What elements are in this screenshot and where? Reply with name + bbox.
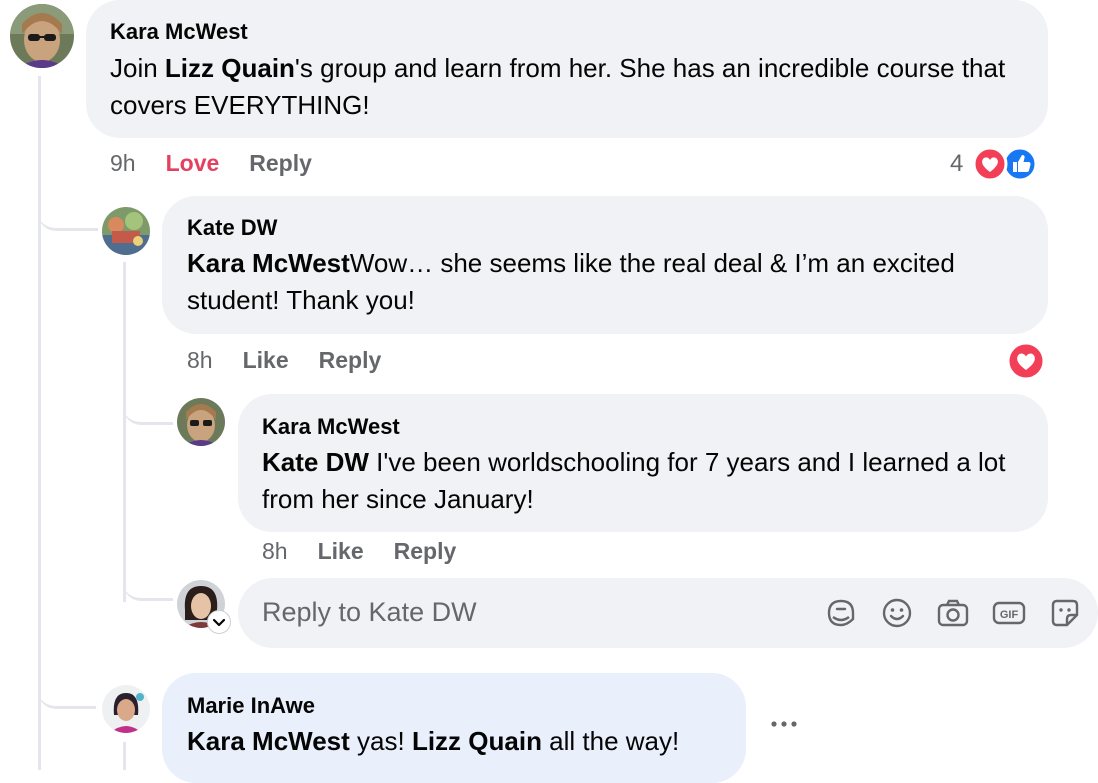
mention-link[interactable]: Kara McWest bbox=[187, 248, 350, 278]
comment-author[interactable]: Marie InAwe bbox=[187, 693, 315, 719]
avatar[interactable] bbox=[10, 4, 74, 68]
thread-line-main bbox=[38, 76, 41, 770]
timestamp[interactable]: 9h bbox=[110, 150, 136, 176]
comment-author[interactable]: Kate DW bbox=[187, 215, 277, 241]
like-button[interactable]: Like bbox=[243, 347, 289, 373]
mention-link[interactable]: Lizz Quain bbox=[165, 53, 295, 83]
avatar[interactable] bbox=[102, 207, 150, 255]
thread-curve-reply-box bbox=[123, 568, 173, 601]
avatar[interactable] bbox=[177, 398, 225, 446]
thread-curve-kara-reply bbox=[123, 392, 173, 425]
thread-line-marie bbox=[123, 742, 126, 770]
mention-link[interactable]: Kara McWest bbox=[187, 726, 350, 756]
emoji-icon[interactable] bbox=[879, 595, 915, 631]
love-button[interactable]: Love bbox=[166, 150, 220, 176]
like-button[interactable]: Like bbox=[318, 538, 364, 564]
chevron-down-icon bbox=[212, 618, 226, 627]
reply-button[interactable]: Reply bbox=[249, 150, 312, 176]
heart-icon[interactable] bbox=[1006, 341, 1046, 381]
account-switcher-chevron[interactable] bbox=[207, 610, 231, 634]
comment-actions: 9h Love Reply bbox=[110, 150, 312, 177]
thread-curve-marie bbox=[38, 676, 96, 709]
mention-link[interactable]: Lizz Quain bbox=[412, 726, 542, 756]
comment-actions: 8h Like Reply bbox=[262, 538, 456, 565]
reaction-summary[interactable]: 4 bbox=[950, 146, 1042, 182]
comment-text: Join Lizz Quain's group and learn from h… bbox=[110, 53, 1006, 120]
mention-link[interactable]: Kate DW bbox=[262, 447, 369, 477]
camera-icon[interactable] bbox=[935, 595, 971, 631]
comment-author[interactable]: Kara McWest bbox=[110, 19, 248, 45]
reply-input-placeholder: Reply to Kate DW bbox=[262, 597, 477, 627]
comment-text: Kara McWest yas! Lizz Quain all the way! bbox=[187, 726, 680, 756]
heart-icon bbox=[972, 146, 1008, 182]
gif-icon[interactable]: GIF bbox=[991, 595, 1027, 631]
svg-text:GIF: GIF bbox=[1000, 609, 1019, 621]
comment-author[interactable]: Kara McWest bbox=[262, 414, 400, 440]
comment-actions: 8h Like Reply bbox=[187, 347, 381, 374]
comment-text: Kate DW I've been worldschooling for 7 y… bbox=[262, 447, 1006, 514]
sticker-icon[interactable] bbox=[823, 595, 859, 631]
timestamp[interactable]: 8h bbox=[187, 347, 213, 373]
thread-line-kate bbox=[123, 262, 126, 602]
avatar-sticker-icon[interactable] bbox=[1047, 595, 1083, 631]
more-options-icon[interactable] bbox=[766, 712, 802, 736]
thread-curve-kate bbox=[38, 196, 98, 231]
reaction-count: 4 bbox=[950, 150, 964, 177]
avatar[interactable] bbox=[102, 685, 150, 733]
comment-text: Kara McWestWow… she seems like the real … bbox=[187, 248, 955, 315]
reply-button[interactable]: Reply bbox=[319, 347, 382, 373]
timestamp[interactable]: 8h bbox=[262, 538, 288, 564]
reply-button[interactable]: Reply bbox=[394, 538, 457, 564]
